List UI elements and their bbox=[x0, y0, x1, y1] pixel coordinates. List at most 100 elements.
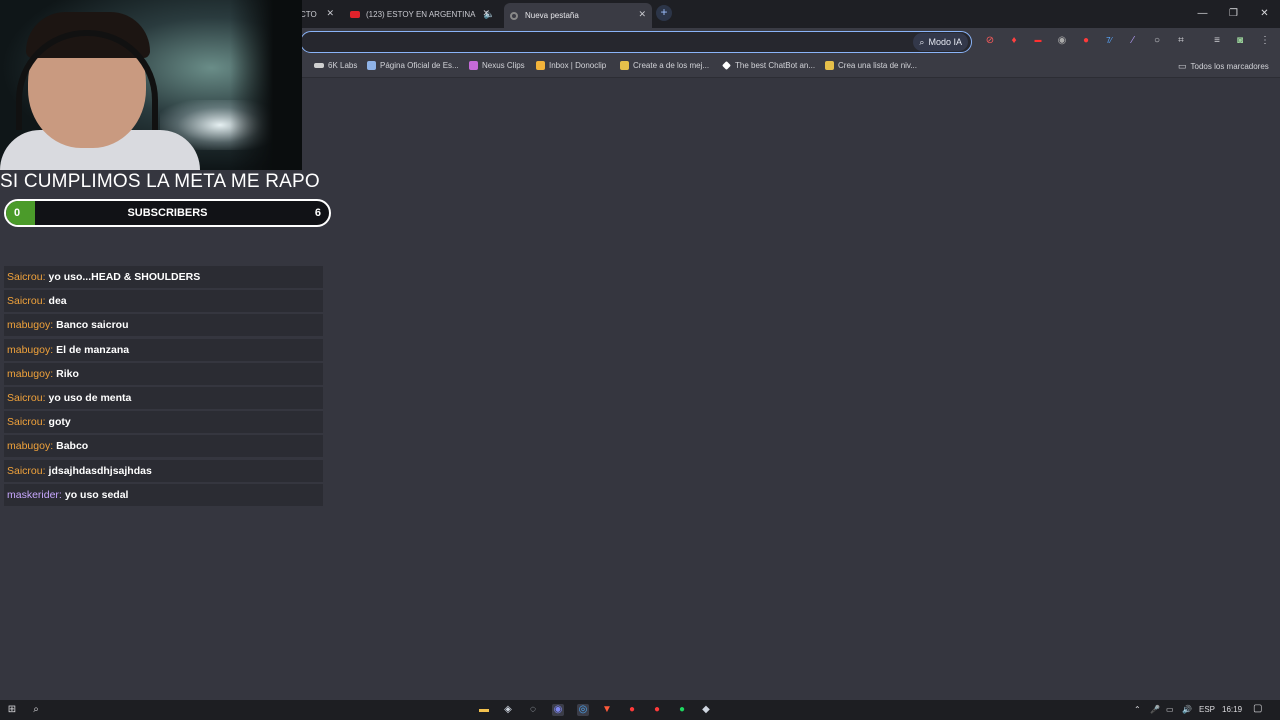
extension-icon-6[interactable]: 7⁄ bbox=[1103, 35, 1115, 47]
microphone-icon[interactable]: 🎤 bbox=[1150, 705, 1160, 714]
reading-list-icon[interactable]: ≡ bbox=[1211, 35, 1223, 47]
record-icon[interactable]: ● bbox=[651, 704, 663, 716]
pen-icon[interactable]: ⁄ bbox=[1127, 35, 1139, 47]
address-bar[interactable]: ⌕ Modo IA bbox=[300, 31, 972, 53]
chat-username: mabugoy: bbox=[7, 319, 54, 332]
taskbar: ⊞ ⌕ ▬ ◈ ◌ ◉ ◎ ▼ ● ● ● ◆ ⌃ 🎤 ▭ 🔊 ESP 16:1… bbox=[0, 700, 1280, 720]
bookmark-item[interactable]: Crea una lista de niv... bbox=[825, 61, 917, 70]
chat-message: Saicrou: jdsajhdasdhjsajhdas bbox=[4, 459, 323, 482]
bookmark-item[interactable]: Página Oficial de Es... bbox=[367, 61, 459, 70]
search-icon[interactable]: ⌕ bbox=[30, 704, 42, 716]
chat-username: Saicrou: bbox=[7, 271, 46, 283]
webcam-background-shadow bbox=[230, 0, 302, 170]
bookmark-label: Create a de los mej... bbox=[633, 61, 710, 70]
chat-message: mabugoy: El de manzana bbox=[4, 338, 323, 361]
tab-close-icon[interactable]: ✕ bbox=[326, 8, 334, 19]
bookmark-label: Todos los marcadores bbox=[1190, 62, 1269, 71]
window-controls: — ❐ ✕ bbox=[1187, 0, 1280, 28]
chat-message: mabugoy: Banco saicrou bbox=[4, 314, 323, 337]
media-icon[interactable]: ● bbox=[626, 704, 638, 716]
folder-icon: ▭ bbox=[1178, 61, 1187, 71]
youtube-icon bbox=[350, 10, 360, 18]
new-tab-button[interactable]: + bbox=[656, 5, 672, 21]
chat-username: maskerider: bbox=[7, 488, 62, 501]
chat-text: jdsajhdasdhjsajhdas bbox=[48, 464, 152, 477]
extension-icon-4[interactable]: ◉ bbox=[1056, 35, 1068, 47]
tab-label: Nueva pestaña bbox=[525, 11, 579, 20]
labs-icon bbox=[314, 63, 324, 68]
extension-icon-5[interactable]: ● bbox=[1080, 35, 1092, 47]
bookmark-item[interactable]: Inbox | Donoclip bbox=[536, 61, 606, 70]
bookmark-label: Inbox | Donoclip bbox=[549, 61, 607, 70]
language-indicator[interactable]: ESP bbox=[1199, 705, 1215, 714]
bookmark-label: The best ChatBot an... bbox=[735, 61, 816, 70]
chat-text: yo uso...HEAD & SHOULDERS bbox=[48, 271, 201, 283]
menu-icon[interactable]: ⋮ bbox=[1259, 35, 1271, 47]
chat-text: goty bbox=[48, 416, 71, 429]
close-window-button[interactable]: ✕ bbox=[1249, 0, 1280, 28]
chat-text: Riko bbox=[56, 367, 79, 380]
chat-text: yo uso de menta bbox=[48, 391, 132, 404]
ai-mode-label: Modo IA bbox=[928, 37, 962, 47]
tab-new-tab-active[interactable]: Nueva pestaña ✕ bbox=[504, 3, 652, 28]
chat-message: Saicrou: goty bbox=[4, 411, 323, 434]
windows-start-icon[interactable]: ⊞ bbox=[6, 704, 18, 716]
chat-text: Babco bbox=[56, 440, 89, 453]
discord-icon[interactable]: ◉ bbox=[552, 704, 564, 716]
adblock-icon[interactable]: ▬ bbox=[1032, 35, 1044, 47]
chat-text: dea bbox=[48, 295, 67, 308]
steam-app-icon[interactable]: ◆ bbox=[700, 704, 712, 716]
extension-icon-8[interactable]: ○ bbox=[1151, 35, 1163, 47]
chevron-up-icon[interactable]: ⌃ bbox=[1134, 705, 1141, 714]
file-explorer-icon[interactable]: ▬ bbox=[478, 704, 490, 716]
goal-title: SI CUMPLIMOS LA META ME RAPO bbox=[0, 171, 320, 192]
tier-icon bbox=[620, 61, 629, 70]
chat-username: Saicrou: bbox=[7, 416, 46, 429]
bookmark-item[interactable]: Create a de los mej... bbox=[620, 61, 709, 70]
all-bookmarks-button[interactable]: ▭ Todos los marcadores bbox=[1178, 61, 1269, 72]
chat-username: Saicrou: bbox=[7, 391, 46, 404]
minimize-button[interactable]: — bbox=[1187, 0, 1218, 28]
ai-mode-button[interactable]: ⌕ Modo IA bbox=[913, 33, 968, 51]
extension-icon-2[interactable]: ♦ bbox=[1008, 35, 1020, 47]
restore-button[interactable]: ❐ bbox=[1218, 0, 1249, 28]
spotify-icon[interactable]: ● bbox=[676, 704, 688, 716]
notifications-icon[interactable]: ▢ bbox=[1253, 703, 1262, 714]
chat-message: Saicrou: yo uso de menta bbox=[4, 386, 323, 409]
chrome-icon bbox=[510, 11, 518, 20]
network-icon[interactable]: ▭ bbox=[1166, 705, 1174, 714]
chatbot-icon bbox=[722, 61, 731, 70]
bookmark-label: Crea una lista de niv... bbox=[838, 61, 918, 70]
clips-icon bbox=[469, 61, 478, 70]
chat-message: Saicrou: yo uso...HEAD & SHOULDERS bbox=[4, 266, 323, 288]
steam-icon[interactable]: ◈ bbox=[502, 704, 514, 716]
search-sparkle-icon: ⌕ bbox=[919, 36, 925, 47]
tab-close-icon[interactable]: ✕ bbox=[638, 9, 646, 20]
volume-icon[interactable]: 🔊 bbox=[1182, 705, 1192, 714]
extension-icon-1[interactable]: ⊘ bbox=[984, 35, 996, 47]
goal-label: SUBSCRIBERS bbox=[127, 207, 208, 219]
chat-username: mabugoy: bbox=[7, 440, 54, 453]
profile-avatar[interactable]: ◙ bbox=[1234, 35, 1246, 47]
tab-youtube[interactable]: (123) ESTOY EN ARGENTINA 🔈 ✕ bbox=[344, 4, 496, 24]
chrome-icon[interactable]: ◎ bbox=[577, 704, 589, 716]
tab-close-icon[interactable]: ✕ bbox=[482, 8, 490, 19]
app-icon[interactable]: ◌ bbox=[527, 704, 539, 716]
brave-icon[interactable]: ▼ bbox=[601, 704, 613, 716]
bookmark-item[interactable]: The best ChatBot an... bbox=[722, 61, 815, 70]
goal-target-value: 6 bbox=[314, 207, 321, 219]
tab-previous[interactable]: CTO ✕ bbox=[300, 4, 340, 24]
chat-username: mabugoy: bbox=[7, 367, 54, 380]
clock[interactable]: 16:19 bbox=[1222, 705, 1242, 714]
puzzle-icon[interactable]: ⌗ bbox=[1175, 35, 1187, 47]
chat-username: mabugoy: bbox=[7, 343, 54, 356]
chat-text: Banco saicrou bbox=[56, 319, 129, 332]
chat-username: Saicrou: bbox=[7, 295, 46, 308]
streamer-silhouette bbox=[0, 10, 200, 170]
bookmark-label: Página Oficial de Es... bbox=[380, 61, 459, 70]
chat-username: Saicrou: bbox=[7, 464, 46, 477]
bookmark-item[interactable]: 6K Labs bbox=[314, 61, 357, 70]
subscriber-goal-bar: SUBSCRIBERS 0 6 bbox=[4, 199, 331, 227]
chat-message: mabugoy: Riko bbox=[4, 362, 323, 385]
bookmark-item[interactable]: Nexus Clips bbox=[469, 61, 525, 70]
